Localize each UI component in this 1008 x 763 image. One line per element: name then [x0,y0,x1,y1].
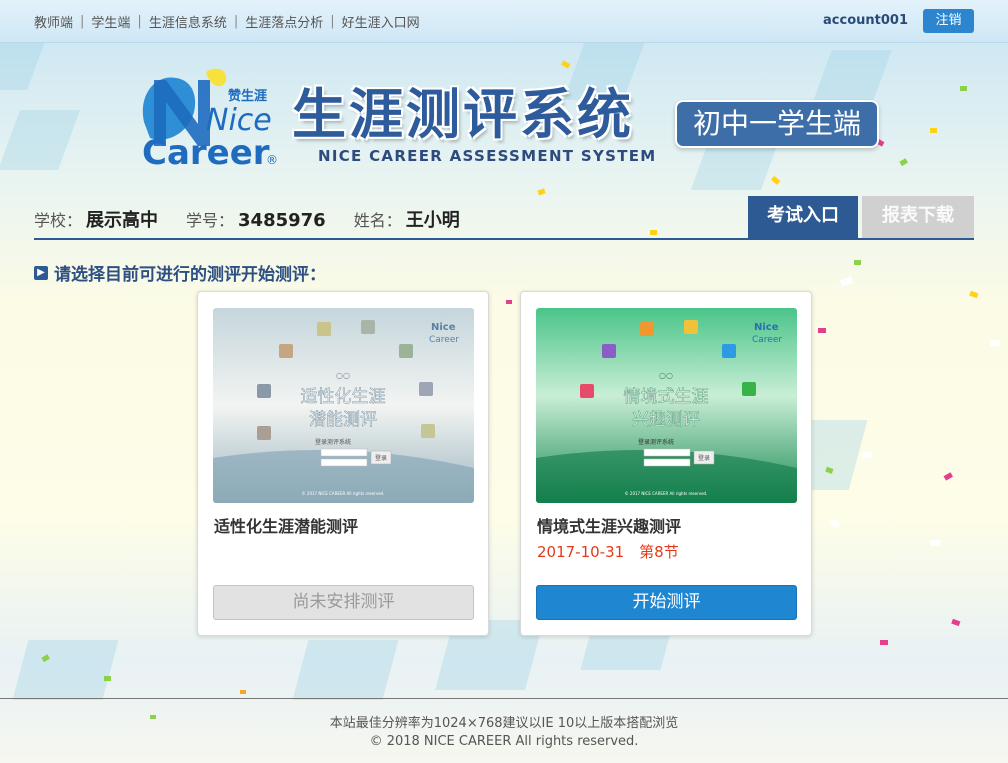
thumb-logo-nice: Nice [754,322,779,333]
top-bar: 教师端 | 学生端 | 生涯信息系统 | 生涯落点分析 | 好生涯入口网 acc… [0,0,1008,43]
account-name: account001 [823,13,908,28]
divider [34,238,974,240]
section-heading-text: 请选择目前可进行的测评开始测评： [54,265,326,285]
footer-divider [0,698,1008,699]
nav-link-teacher[interactable]: 教师端 [34,12,73,31]
chevron-right-icon: ▶ [34,265,48,280]
not-scheduled-button[interactable]: 尚未安排测评 [213,585,474,620]
thumb-title-line1: 情境式生涯 [624,387,709,407]
nav-separator: | [137,14,142,29]
thumb-login-text: 登录测评系统 [638,438,674,446]
student-name-value: 王小明 [405,210,460,231]
assessment-card-interest: Nice Career ○○ 情境式生涯 兴趣测评 登录测评系统 登录 © 20… [520,291,812,636]
assessment-title: 情境式生涯兴趣测评 [537,517,682,536]
footer-copyright: © 2018 NICE CAREER All rights reserved. [369,734,639,749]
thumb-badge: ○○ [336,371,350,380]
thumb-login-button: 登录 [698,454,710,462]
nav-separator: | [80,14,85,29]
grade-badge: 初中一学生端 [675,100,879,148]
thumb-footer: © 2017 NICE CAREER All rights reserved. [625,491,708,496]
system-title: 生涯测评系统 [292,83,634,146]
logo-tagline: 赞生涯 [227,88,267,104]
school-value: 展示高中 [86,210,159,231]
thumb-login-text: 登录测评系统 [315,438,351,446]
tab-exam-entry[interactable]: 考试入口 [748,196,858,238]
school-label: 学校： [34,211,83,230]
footer-resolution-note: 本站最佳分辨率为1024×768建议以IE 10以上版本搭配浏览 [329,716,679,731]
logout-button[interactable]: 注销 [923,9,974,33]
nice-career-logo: 赞生涯 Nice Career ® [136,64,286,173]
registered-mark-icon: ® [266,153,278,167]
student-id-label: 学号： [186,211,235,230]
logo-career: Career [142,133,270,172]
thumb-title-line2: 兴趣测评 [632,410,700,430]
nav-link-career-portal[interactable]: 好生涯入口网 [342,12,420,31]
nav-separator: | [233,14,239,29]
thumb-logo-career: Career [752,335,782,345]
student-name-label: 姓名： [353,211,402,230]
thumb-logo-career: Career [429,335,459,345]
start-assessment-button[interactable]: 开始测评 [536,585,797,620]
thumb-login-button: 登录 [375,454,387,462]
top-nav: 教师端 | 学生端 | 生涯信息系统 | 生涯落点分析 | 好生涯入口网 [34,12,420,31]
assessment-schedule: 2017-10-31 第8节 [537,543,679,561]
assessment-thumbnail[interactable]: Nice Career ○○ 适性化生涯 潜能测评 登录测评系统 登录 © 20… [213,308,474,503]
nav-link-career-placement[interactable]: 生涯落点分析 [245,12,323,31]
tab-report-download[interactable]: 报表下载 [862,196,974,238]
nav-separator: | [330,14,335,29]
student-info: 学校： 展示高中 学号： 3485976 姓名： 王小明 [34,206,488,232]
assessment-card-potential: Nice Career ○○ 适性化生涯 潜能测评 登录测评系统 登录 © 20… [197,291,489,636]
nav-link-student[interactable]: 学生端 [91,12,130,31]
student-id-value: 3485976 [238,210,326,231]
assessment-thumbnail[interactable]: Nice Career ○○ 情境式生涯 兴趣测评 登录测评系统 登录 © 20… [536,308,797,503]
section-heading: ▶ 请选择目前可进行的测评开始测评： [34,260,326,285]
thumb-title-line2: 潜能测评 [309,410,377,430]
thumb-badge: ○○ [659,371,673,380]
thumb-footer: © 2017 NICE CAREER All rights reserved. [302,491,385,496]
system-subtitle: NICE CAREER ASSESSMENT SYSTEM [318,147,657,165]
nav-link-career-info[interactable]: 生涯信息系统 [149,12,227,31]
thumb-title-line1: 适性化生涯 [301,387,386,407]
thumb-logo-nice: Nice [431,322,456,333]
assessment-title: 适性化生涯潜能测评 [214,517,359,536]
